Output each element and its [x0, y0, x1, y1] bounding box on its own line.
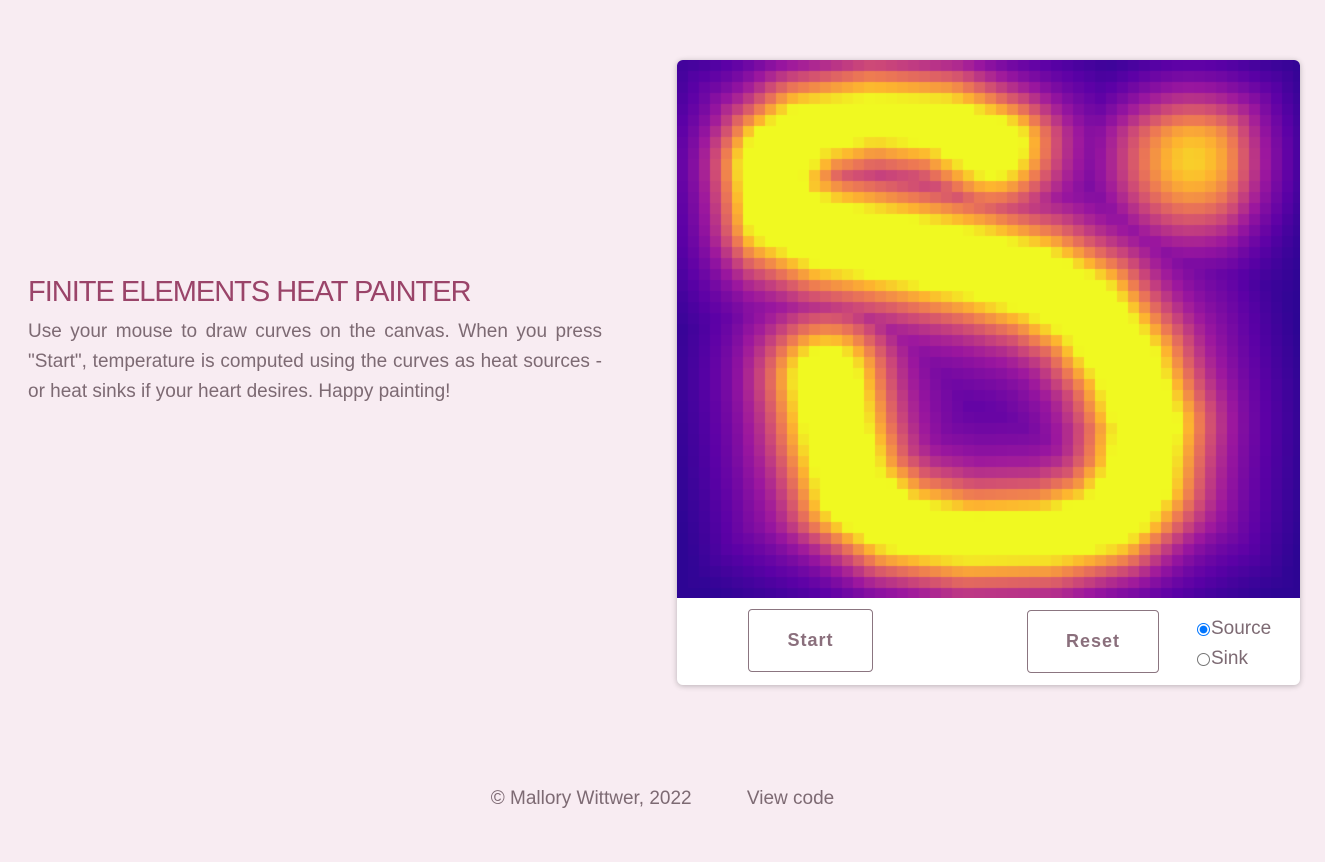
sink-radio[interactable]	[1197, 652, 1210, 666]
start-button[interactable]: Start	[748, 609, 873, 672]
mode-radio-group: Source Sink	[1195, 614, 1271, 674]
heat-painter-card: Start Reset Source Sink	[677, 60, 1300, 685]
controls-bar: Start Reset Source Sink	[677, 598, 1300, 685]
reset-button[interactable]: Reset	[1027, 610, 1159, 673]
heat-canvas[interactable]	[677, 60, 1300, 598]
intro-section: FINITE ELEMENTS HEAT PAINTER Use your mo…	[28, 276, 602, 407]
page-description: Use your mouse to draw curves on the can…	[28, 321, 602, 402]
page: FINITE ELEMENTS HEAT PAINTER Use your mo…	[0, 0, 1325, 862]
copyright-text: © Mallory Wittwer, 2022	[490, 788, 692, 809]
view-code-link[interactable]: View code	[747, 788, 834, 810]
sink-radio-label: Sink	[1211, 648, 1248, 669]
source-radio-label: Source	[1211, 618, 1272, 639]
footer: © Mallory Wittwer, 2022 View code	[0, 788, 1325, 810]
page-title: FINITE ELEMENTS HEAT PAINTER	[28, 276, 472, 308]
mode-option-sink[interactable]: Sink	[1195, 644, 1271, 674]
mode-option-source[interactable]: Source	[1195, 614, 1271, 644]
source-radio[interactable]	[1197, 622, 1210, 636]
